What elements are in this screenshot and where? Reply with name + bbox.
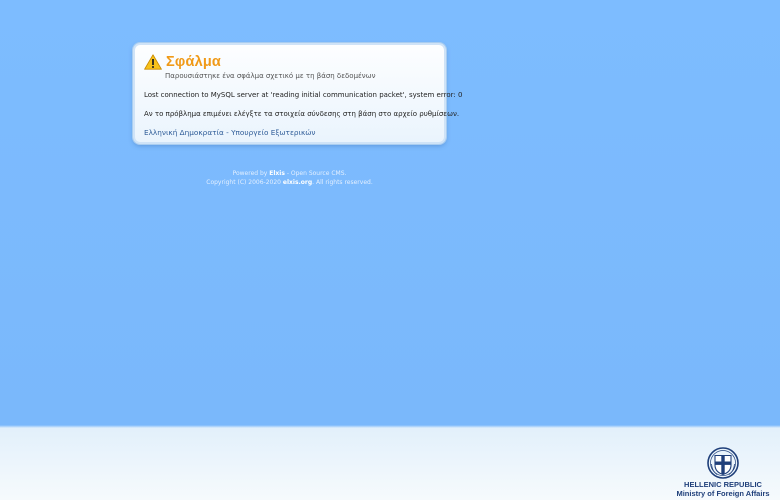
powered-by-line: Powered by Elxis - Open Source CMS. [133, 169, 446, 178]
error-title-row: Σφάλμα [144, 53, 434, 71]
greek-coat-of-arms-icon [707, 447, 739, 479]
elxis-link[interactable]: elxis.org [283, 179, 312, 186]
powered-prefix: Powered by [232, 170, 270, 177]
copyright-prefix: Copyright (C) 2006-2020 [206, 179, 283, 186]
copyright-line: Copyright (C) 2006-2020 elxis.org. All r… [133, 178, 446, 187]
warning-icon [144, 54, 162, 70]
error-title: Σφάλμα [166, 54, 222, 70]
ministry-line-1: HELLENIC REPUBLIC [684, 480, 762, 489]
ministry-logo: HELLENIC REPUBLIC Ministry of Foreign Af… [672, 447, 774, 498]
copyright-suffix: . All rights reserved. [312, 179, 373, 186]
error-hint: Αν το πρόβλημα επιμένει ελέγξτε τα στοιχ… [144, 110, 460, 118]
powered-suffix: - Open Source CMS. [284, 170, 347, 177]
ministry-home-link[interactable]: Ελληνική Δημοκρατία - Υπουργείο Εξωτερικ… [144, 128, 315, 138]
powered-by-footer: Powered by Elxis - Open Source CMS. Copy… [133, 169, 446, 187]
ministry-line-2: Ministry of Foreign Affairs [676, 489, 770, 498]
error-box: Σφάλμα Παρουσιάστηκε ένα σφάλμα σχετικό … [133, 43, 463, 144]
error-message: Lost connection to MySQL server at 'read… [144, 91, 463, 99]
error-subtitle: Παρουσιάστηκε ένα σφάλμα σχετικό με τη β… [165, 72, 376, 80]
powered-name: Elxis [269, 170, 285, 177]
